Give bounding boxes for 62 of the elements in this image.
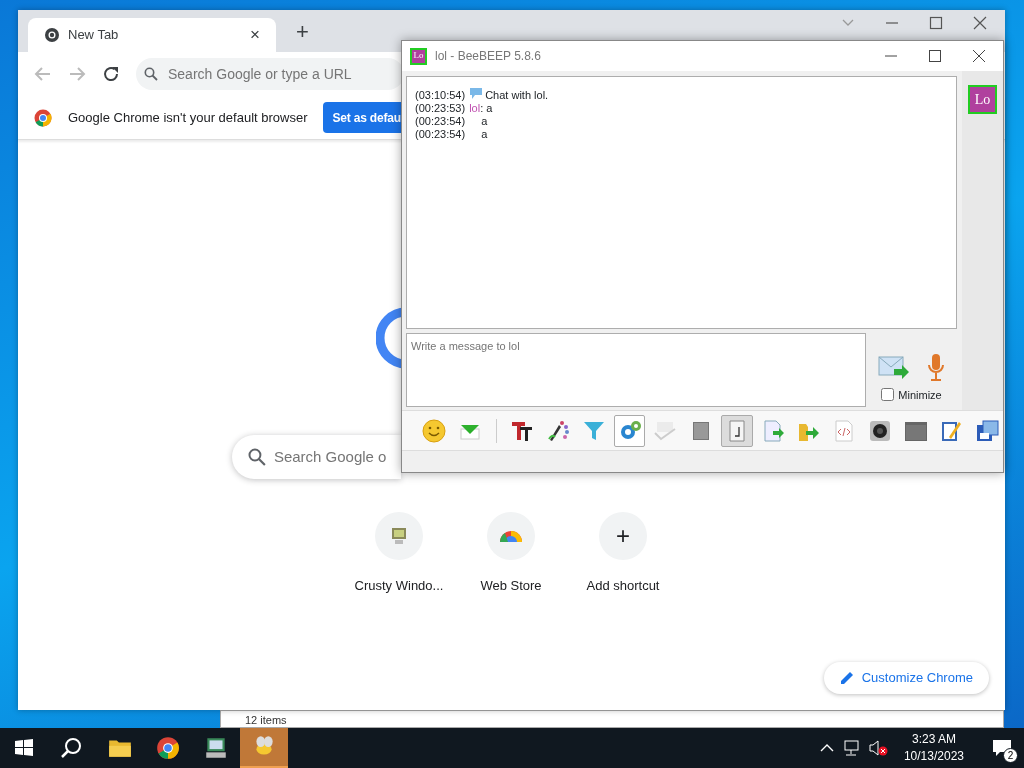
search-box[interactable]: Search Google o [232,435,401,479]
close-icon[interactable] [973,16,987,30]
camera-icon [867,418,892,443]
notification-icon [992,739,1012,757]
system-message: Chat with lol. [485,89,549,102]
volume-muted-icon[interactable] [867,740,888,756]
app-icon: Lo [410,47,427,65]
smiley-icon [421,418,446,443]
browser-tab[interactable]: New Tab × [28,18,276,52]
message-input[interactable]: Write a message to lol [406,333,866,407]
store-icon [498,529,524,543]
infobar-message: Google Chrome isn't your default browser [68,108,308,127]
pencil-icon [839,671,854,685]
date-text: 10/13/2023 [903,748,964,765]
shortcut-label: Add shortcut [586,577,660,595]
notification-count: 2 [1003,748,1018,763]
network-icon[interactable] [841,740,860,756]
maximize-icon[interactable] [929,50,941,62]
shortcut-tile[interactable]: + Add shortcut [567,512,679,596]
timestamp: (00:23:54) [415,115,466,128]
save-icon [975,418,1000,443]
timestamp: (00:23:53) [415,102,466,115]
close-tab-button[interactable]: × [250,22,260,48]
shortcut-tile[interactable]: Web Store [455,512,567,596]
search-icon [248,448,266,466]
status-text: 12 items [244,714,287,726]
plus-icon: + [616,524,630,548]
speech-bubble-icon [469,87,484,100]
search-icon [144,67,158,81]
browser-logo [34,108,52,127]
search-icon [60,736,84,760]
timestamp: (03:10:54) [415,89,466,102]
window-title: lol - BeeBEEP 5.8.6 [435,48,542,65]
shortcut-label: Web Store [480,577,542,595]
computer-icon [389,526,409,546]
reload-icon[interactable] [102,65,120,83]
tab-title: New Tab [68,26,120,45]
maximize-icon[interactable] [929,16,943,30]
new-tab-button[interactable]: + [296,21,309,43]
shortcut-label: Crusty Windo... [354,577,444,595]
address-field[interactable]: Search Google or type a URL [166,62,396,86]
message-text: a [481,128,488,141]
search-field[interactable]: Search Google o [273,445,401,469]
browser-icon [155,735,181,761]
timestamp: (00:23:54) [415,128,466,141]
checkbox-label: Minimize [898,387,942,403]
close-icon[interactable] [973,50,985,62]
message-text: : a [480,102,493,115]
address-bar[interactable]: Search Google or type a URL [136,58,404,90]
time-text: 3:23 AM [911,731,956,748]
set-default-button[interactable]: Set as defau [323,102,401,133]
user-avatar[interactable]: Lo [968,85,997,114]
minimize-checkbox[interactable] [881,388,895,402]
color-palette-icon [546,418,571,443]
chevron-icon[interactable] [819,743,834,753]
notifications-button[interactable]: 2 [980,728,1024,768]
browser-icon [44,27,60,43]
message-text: a [481,115,488,128]
customize-button[interactable]: Customize Chrome [823,662,989,694]
microphone-icon[interactable] [925,352,946,383]
shortcut-tile[interactable]: Crusty Windo... [343,512,455,596]
computer-icon [203,735,229,761]
